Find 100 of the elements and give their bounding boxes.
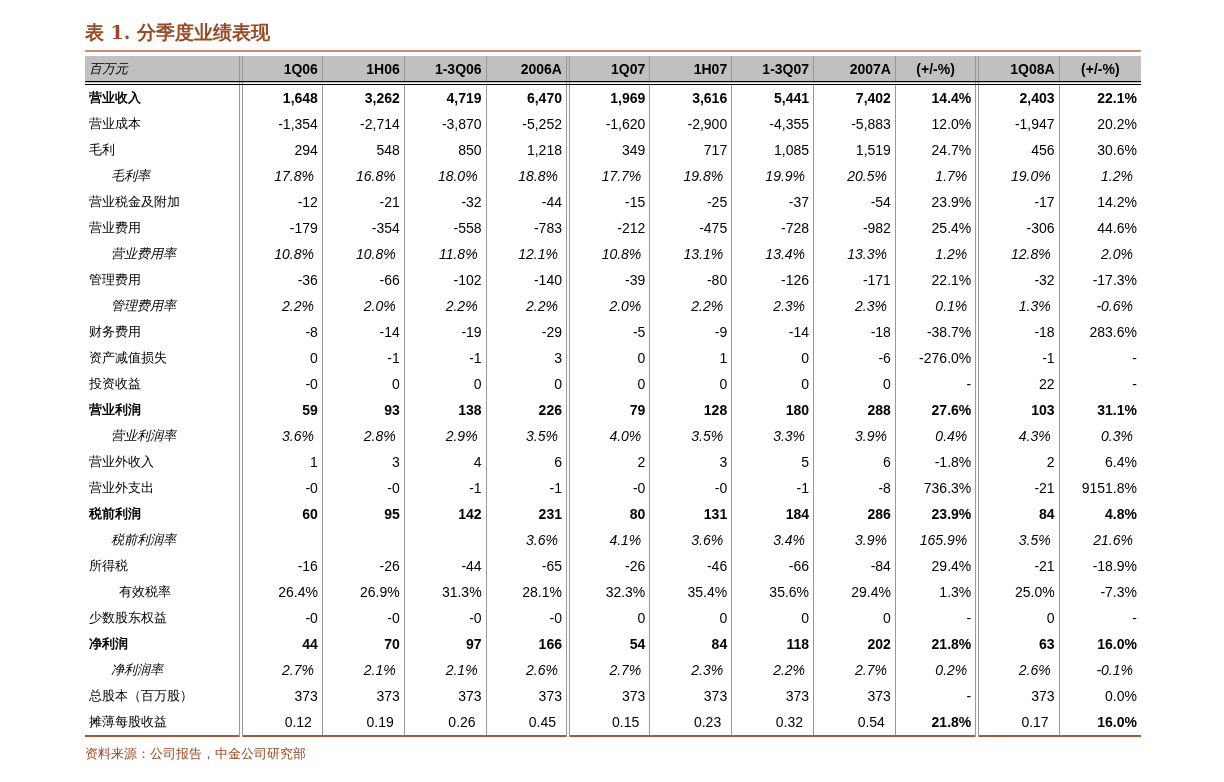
row-label: 资产减值损失 [85,345,241,371]
table-cell: 2.7% [567,657,650,683]
table-cell: 2.2% [240,293,323,319]
table-cell: 0 [731,345,814,371]
table-cell: -17.3% [1059,267,1141,293]
table-cell: 0.15 [567,709,650,736]
table-cell: 184 [731,501,814,527]
table-cell: 35.4% [649,579,732,605]
table-cell: -38.7% [895,319,978,345]
table-cell: 0.3% [1059,423,1141,449]
table-cell: 13.4% [731,241,814,267]
column-header: 2007A [813,56,896,83]
table-cell: 2.6% [486,657,568,683]
row-label: 营业外收入 [85,449,241,475]
table-cell: -18.9% [1059,553,1141,579]
table-cell: 166 [486,631,568,657]
table-cell: 349 [567,137,650,163]
table-cell: 0 [567,605,650,631]
table-cell: 0 [322,371,405,397]
table-cell: -0.6% [1059,293,1141,319]
table-cell: -276.0% [895,345,978,371]
table-cell: 16.0% [1059,631,1141,657]
table-cell: 2.7% [240,657,323,683]
table-cell: 93 [322,397,405,423]
row-label: 净利润 [85,631,241,657]
table-cell: -21 [977,475,1060,501]
table-cell: 35.6% [731,579,814,605]
table-cell: -0 [486,605,568,631]
table-cell: - [895,683,978,709]
table-cell: 373 [977,683,1060,709]
table-cell: 3 [649,449,732,475]
table-cell: 0 [404,371,487,397]
table-cell: 0.0% [1059,683,1141,709]
table-cell: 13.1% [649,241,732,267]
table-cell: 22.1% [1059,83,1141,111]
table-cell: 373 [649,683,732,709]
table-cell: 2.0% [567,293,650,319]
table-cell: 0 [731,605,814,631]
table-cell: 17.7% [567,163,650,189]
table-cell: -21 [977,553,1060,579]
table-cell: 3.5% [486,423,568,449]
table-cell: 26.9% [322,579,405,605]
table-cell: 0.45 [486,709,568,736]
table-cell: 288 [813,397,896,423]
table-cell: 1.7% [895,163,978,189]
table-cell: 0.17 [977,709,1060,736]
table-cell: 29.4% [895,553,978,579]
table-cell: -306 [977,215,1060,241]
row-label: 营业外支出 [85,475,241,501]
table-cell: -0 [404,605,487,631]
table-cell: 0.4% [895,423,978,449]
table-cell: 717 [649,137,732,163]
table-cell: -1,947 [977,111,1060,137]
table-cell: 226 [486,397,568,423]
table-cell: -2,714 [322,111,405,137]
table-cell: -212 [567,215,650,241]
table-cell: -354 [322,215,405,241]
table-cell: -5,883 [813,111,896,137]
table-cell: 165.9% [895,527,978,553]
table-cell: -1 [977,345,1060,371]
table-cell: 736.3% [895,475,978,501]
table-cell: 14.2% [1059,189,1141,215]
row-label: 净利润率 [85,657,241,683]
table-cell: 2.3% [813,293,896,319]
table-cell: -66 [731,553,814,579]
table-cell: 2.7% [813,657,896,683]
table-cell: -0 [649,475,732,501]
table-title: 表 1. 分季度业绩表现 [85,20,1141,52]
column-header: 1Q07 [567,56,650,83]
table-cell: -12 [240,189,323,215]
table-cell: 4.1% [567,527,650,553]
table-cell: 3.5% [649,423,732,449]
table-cell: -18 [977,319,1060,345]
table-cell: 12.1% [486,241,568,267]
table-cell: 27.6% [895,397,978,423]
table-cell: -54 [813,189,896,215]
table-cell: -21 [322,189,405,215]
table-cell: 16.0% [1059,709,1141,736]
table-cell: -84 [813,553,896,579]
table-cell: 12.0% [895,111,978,137]
table-cell: -36 [240,267,323,293]
table-cell: -32 [404,189,487,215]
table-cell: 1 [240,449,323,475]
table-cell: 0 [977,605,1060,631]
table-cell: -0 [322,475,405,501]
table-cell: 22 [977,371,1060,397]
table-cell: 6,470 [486,83,568,111]
table-cell: -32 [977,267,1060,293]
column-header: (+/-%) [1059,56,1141,83]
row-label: 毛利率 [85,163,241,189]
table-cell: 1 [649,345,732,371]
table-cell: 31.3% [404,579,487,605]
table-cell: 2.3% [649,657,732,683]
table-cell: 6.4% [1059,449,1141,475]
table-cell: 548 [322,137,405,163]
table-cell: 3.3% [731,423,814,449]
table-cell: 3,262 [322,83,405,111]
table-cell: 84 [649,631,732,657]
table-cell: -171 [813,267,896,293]
table-cell: -1.8% [895,449,978,475]
